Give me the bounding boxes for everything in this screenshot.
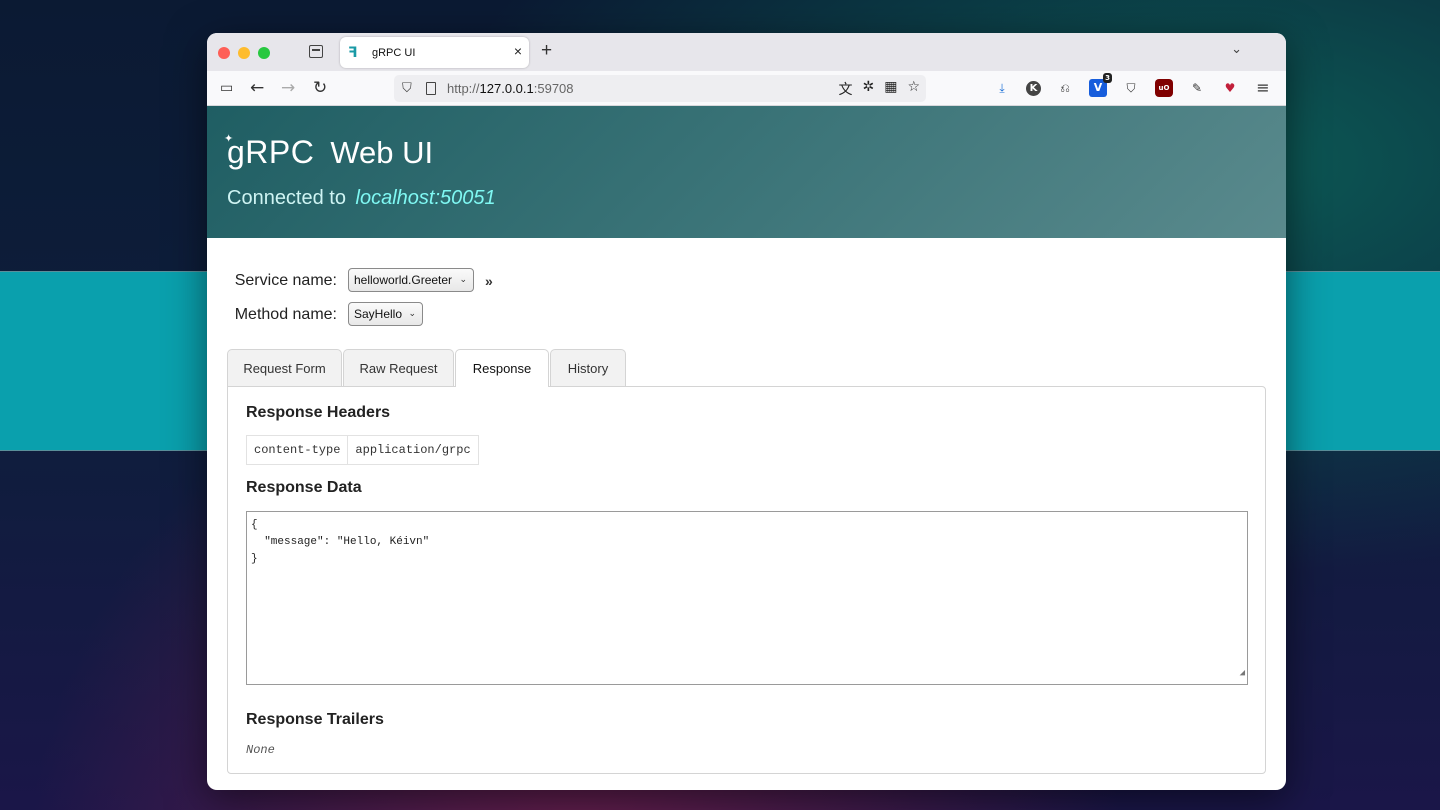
close-tab-icon[interactable]: × bbox=[514, 43, 522, 59]
chevron-down-icon: ⌄ bbox=[408, 308, 416, 318]
window-controls bbox=[218, 47, 270, 59]
service-select[interactable]: helloworld.Greeter ⌄ bbox=[348, 268, 474, 292]
response-trailers-value: None bbox=[246, 743, 275, 757]
grpc-logo: ✦ gRPC bbox=[224, 133, 315, 170]
reload-button[interactable]: ↻ bbox=[313, 78, 327, 98]
chevron-down-icon: ⌄ bbox=[459, 274, 467, 284]
response-data-textarea[interactable]: { "message": "Hello, Kéivn" } ◢ bbox=[246, 511, 1248, 685]
download-icon[interactable]: ⤓ bbox=[993, 79, 1011, 97]
tab-overview-icon[interactable] bbox=[309, 45, 323, 58]
shield-check-icon[interactable]: ⛉ bbox=[1122, 79, 1140, 97]
close-window-button[interactable] bbox=[218, 47, 230, 59]
connection-status: Connected to localhost:50051 bbox=[227, 187, 496, 209]
bitwarden-badge: 3 bbox=[1103, 73, 1112, 83]
heart-ext-icon[interactable]: ♥ bbox=[1221, 79, 1239, 97]
browser-window: ꟻ gRPC UI × + ⌄ ▭ ← → ↻ ⛉ http://127.0.0… bbox=[207, 33, 1286, 790]
response-headers-table: content-type application/grpc bbox=[246, 435, 479, 465]
ublock-icon[interactable]: uO bbox=[1155, 79, 1173, 97]
app-title: Web UI bbox=[330, 135, 434, 170]
method-label: Method name: bbox=[234, 306, 337, 323]
sidebar-icon[interactable]: ▭ bbox=[220, 78, 233, 98]
response-data-title: Response Data bbox=[246, 479, 362, 496]
new-tab-button[interactable]: + bbox=[541, 40, 552, 62]
k-extension-icon[interactable]: K bbox=[1026, 80, 1041, 96]
star-icon[interactable]: ☆ bbox=[907, 79, 920, 99]
maximize-window-button[interactable] bbox=[258, 47, 270, 59]
tab-history[interactable]: History bbox=[550, 349, 626, 386]
pen-icon[interactable]: ✎ bbox=[1188, 79, 1206, 97]
address-bar[interactable]: ⛉ http://127.0.0.1:59708 文 ✲ ▦ ☆ bbox=[394, 75, 926, 102]
url-actions: 文 ✲ ▦ ☆ bbox=[838, 79, 920, 99]
bug-icon[interactable]: ✲ bbox=[862, 79, 874, 99]
response-panel: Response Headers content-type applicatio… bbox=[227, 386, 1266, 774]
service-label: Service name: bbox=[234, 272, 337, 289]
qr-icon[interactable]: ▦ bbox=[884, 79, 897, 99]
tab-response[interactable]: Response bbox=[455, 349, 549, 387]
header-value: application/grpc bbox=[347, 436, 477, 464]
resize-handle-icon[interactable]: ◢ bbox=[1240, 665, 1245, 682]
expand-button[interactable]: » bbox=[485, 273, 493, 289]
grpc-favicon-icon: ꟻ bbox=[348, 44, 358, 61]
browser-tab[interactable]: ꟻ gRPC UI × bbox=[340, 37, 529, 68]
response-headers-title: Response Headers bbox=[246, 404, 391, 421]
tab-title: gRPC UI bbox=[372, 46, 416, 59]
sparkle-icon: ✦ bbox=[224, 133, 234, 145]
page-content: ✦ gRPC Web UI Connected to localhost:5005… bbox=[207, 106, 1286, 790]
menu-icon[interactable]: ≡ bbox=[1254, 79, 1272, 97]
tab-strip: ꟻ gRPC UI × + ⌄ bbox=[207, 33, 1286, 71]
puzzle-icon[interactable]: ⎌ bbox=[1056, 79, 1074, 97]
translate-icon[interactable]: 文 bbox=[838, 79, 852, 99]
back-button[interactable]: ← bbox=[250, 78, 264, 98]
page-header: ✦ gRPC Web UI Connected to localhost:5005… bbox=[207, 106, 1286, 238]
method-selector-form: Service name: helloworld.Greeter ⌄ » Meth… bbox=[207, 238, 1286, 348]
tracking-shield-icon[interactable]: ⛉ bbox=[402, 81, 416, 96]
request-tabs: Request Form Raw Request Response Histor… bbox=[227, 349, 627, 387]
header-key: content-type bbox=[254, 443, 341, 457]
tab-raw-request[interactable]: Raw Request bbox=[343, 349, 454, 386]
page-info-icon[interactable] bbox=[426, 82, 436, 95]
page-title: ✦ gRPC Web UI bbox=[224, 133, 1286, 171]
minimize-window-button[interactable] bbox=[238, 47, 250, 59]
bitwarden-icon[interactable]: V3 bbox=[1089, 73, 1112, 97]
extensions-toolbar: ⤓ K ⎌ V3 ⛉ uO ✎ ♥ ≡ bbox=[993, 73, 1272, 97]
response-trailers-title: Response Trailers bbox=[246, 711, 384, 728]
url-text[interactable]: http://127.0.0.1:59708 bbox=[447, 81, 574, 96]
forward-button[interactable]: → bbox=[281, 78, 295, 98]
connection-host: localhost:50051 bbox=[355, 187, 496, 209]
tab-list-chevron-icon[interactable]: ⌄ bbox=[1231, 41, 1242, 57]
navigation-bar: ▭ ← → ↻ ⛉ http://127.0.0.1:59708 文 ✲ ▦ ☆… bbox=[207, 71, 1286, 106]
method-select[interactable]: SayHello ⌄ bbox=[348, 302, 423, 326]
tab-request-form[interactable]: Request Form bbox=[227, 349, 342, 386]
